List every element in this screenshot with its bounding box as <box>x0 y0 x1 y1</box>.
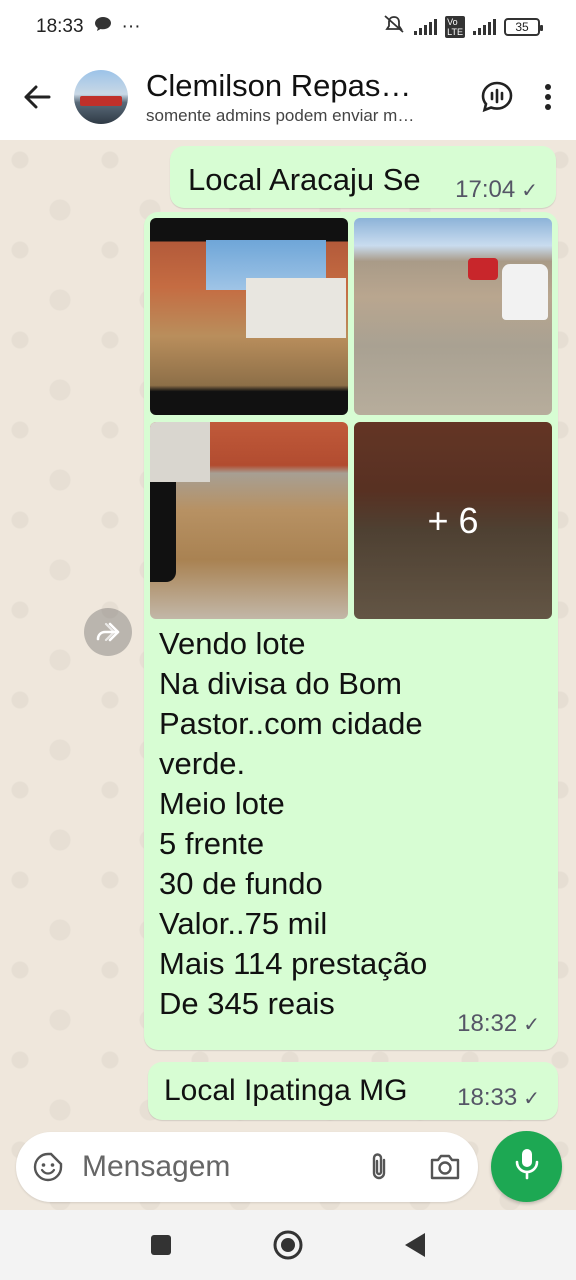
message-meta: 18:32 ✓ <box>457 1010 540 1038</box>
sent-check-icon: ✓ <box>521 179 538 202</box>
status-bar: 18:33 ··· Vo LTE 35 <box>0 0 576 54</box>
message-line: 5 frente <box>159 826 265 861</box>
battery-level: 35 <box>515 20 529 34</box>
message-time: 18:33 <box>457 1084 518 1111</box>
message-bubble[interactable]: Local Ipatinga MG 18:33 ✓ <box>148 1062 558 1120</box>
message-line: Na divisa do Bom <box>159 666 402 701</box>
message-text: Local Aracaju Se <box>188 162 421 197</box>
photo-thumbnail-more[interactable]: + 6 <box>354 422 552 619</box>
signal-icon <box>414 19 438 35</box>
message-bubble[interactable]: Local Aracaju Se 17:04 ✓ <box>170 146 556 208</box>
message-line: Meio lote <box>159 786 285 821</box>
group-avatar[interactable] <box>74 70 128 124</box>
attach-icon[interactable] <box>368 1151 390 1183</box>
message-line: Valor..75 mil <box>159 906 328 941</box>
message-composer[interactable]: Mensagem <box>16 1132 478 1202</box>
photo-thumbnail[interactable] <box>150 218 348 415</box>
chat-title-area[interactable]: Clemilson Repas… somente admins podem en… <box>146 68 446 126</box>
chat-subtitle: somente admins podem enviar m… <box>146 106 415 125</box>
system-nav-bar <box>0 1210 576 1280</box>
chat-bubble-icon <box>94 16 112 38</box>
signal-4g-icon <box>473 19 496 35</box>
home-icon[interactable] <box>272 1229 304 1261</box>
chat-header: Clemilson Repas… somente admins podem en… <box>0 54 576 140</box>
photo-grid[interactable]: + 6 <box>150 218 552 619</box>
message-line: Pastor..com cidade <box>159 706 423 741</box>
message-line: Mais 114 prestação <box>159 946 428 981</box>
message-bubble[interactable]: + 6 Vendo lote Na divisa do Bom Pastor..… <box>144 212 558 1050</box>
message-meta: 17:04 ✓ <box>455 176 538 204</box>
message-time: 17:04 <box>455 176 516 203</box>
sent-check-icon: ✓ <box>523 1013 540 1036</box>
message-time: 18:32 <box>457 1010 518 1037</box>
photo-thumbnail[interactable] <box>150 422 348 619</box>
recents-icon[interactable] <box>150 1234 172 1256</box>
message-line: Vendo lote <box>159 626 306 661</box>
message-text: Vendo lote Na divisa do Bom Pastor..com … <box>159 624 539 1024</box>
forward-icon[interactable] <box>84 608 132 656</box>
photo-thumbnail[interactable] <box>354 218 552 415</box>
microphone-icon <box>514 1147 540 1186</box>
message-meta: 18:33 ✓ <box>457 1084 540 1112</box>
message-input[interactable]: Mensagem <box>82 1150 368 1184</box>
mic-button[interactable] <box>491 1131 562 1202</box>
back-arrow-icon[interactable] <box>0 85 74 109</box>
mute-icon <box>382 14 406 40</box>
message-line: verde. <box>159 746 246 781</box>
volte-icon: Vo LTE <box>445 16 465 38</box>
voice-chat-icon[interactable] <box>480 80 514 114</box>
back-nav-icon[interactable] <box>404 1232 426 1258</box>
chat-title: Clemilson Repas… <box>146 68 412 103</box>
message-text: Local Ipatinga MG <box>164 1074 408 1107</box>
sticker-icon[interactable] <box>32 1151 64 1183</box>
status-more: ··· <box>121 16 141 37</box>
message-line: 30 de fundo <box>159 866 323 901</box>
more-options-icon[interactable] <box>544 83 552 111</box>
more-photos-count: + 6 <box>427 499 479 541</box>
battery-icon: 35 <box>504 18 543 36</box>
chat-area[interactable]: Local Aracaju Se 17:04 ✓ + 6 Vendo lote … <box>0 140 576 1210</box>
camera-icon[interactable] <box>428 1153 462 1181</box>
status-time: 18:33 <box>36 16 84 37</box>
sent-check-icon: ✓ <box>523 1087 540 1110</box>
